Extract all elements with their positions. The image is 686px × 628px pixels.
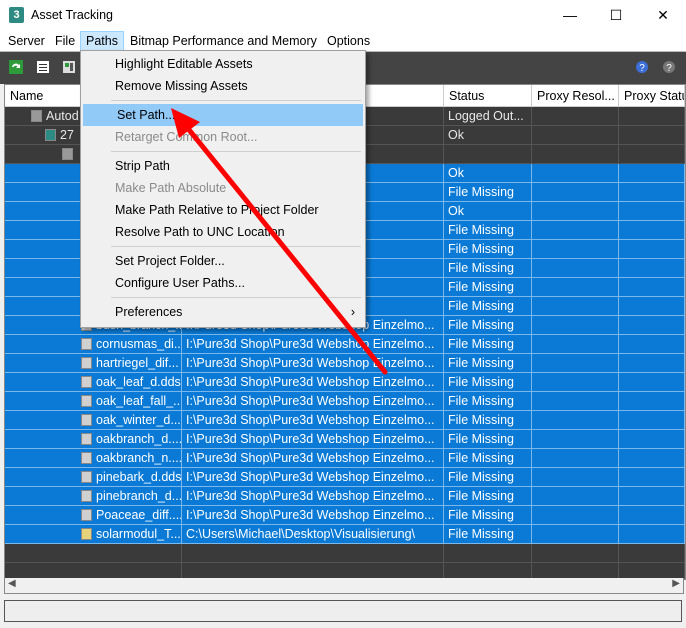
annotation-arrow — [171, 108, 388, 375]
